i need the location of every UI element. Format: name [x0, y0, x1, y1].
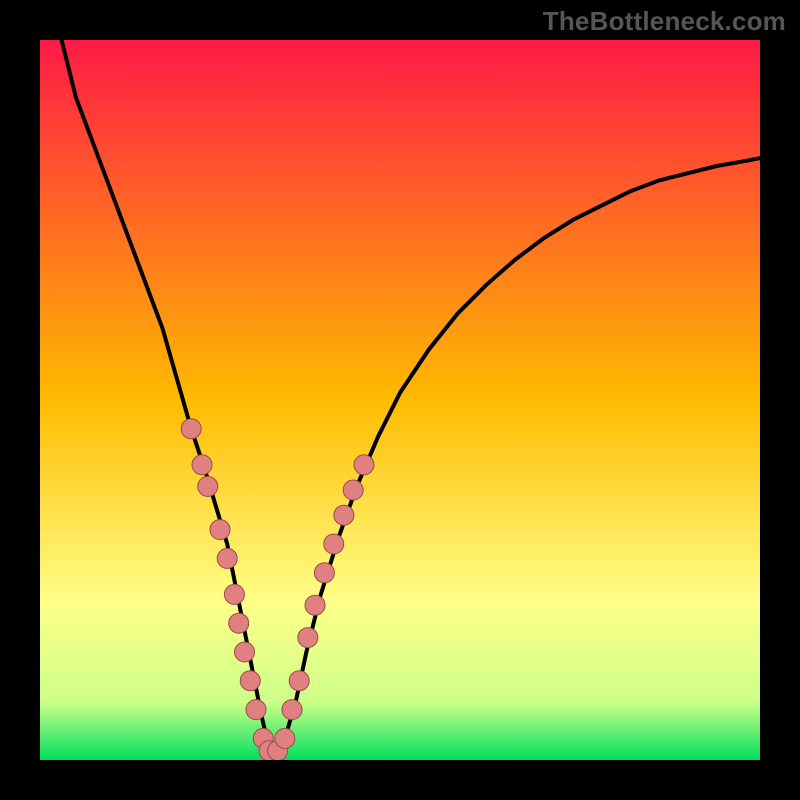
data-marker: [275, 728, 295, 748]
watermark-text: TheBottleneck.com: [543, 6, 786, 37]
data-marker: [198, 476, 218, 496]
chart-frame: TheBottleneck.com: [0, 0, 800, 800]
data-marker: [289, 671, 309, 691]
bottleneck-chart: [40, 40, 760, 760]
data-marker: [324, 534, 344, 554]
data-marker: [224, 584, 244, 604]
data-marker: [298, 628, 318, 648]
data-marker: [334, 505, 354, 525]
data-marker: [240, 671, 260, 691]
data-marker: [234, 642, 254, 662]
data-marker: [305, 595, 325, 615]
data-marker: [343, 480, 363, 500]
data-marker: [314, 563, 334, 583]
data-marker: [217, 548, 237, 568]
gradient-background: [40, 40, 760, 760]
data-marker: [229, 613, 249, 633]
data-marker: [192, 455, 212, 475]
data-marker: [210, 520, 230, 540]
data-marker: [354, 455, 374, 475]
data-marker: [282, 700, 302, 720]
data-marker: [246, 700, 266, 720]
data-marker: [181, 419, 201, 439]
